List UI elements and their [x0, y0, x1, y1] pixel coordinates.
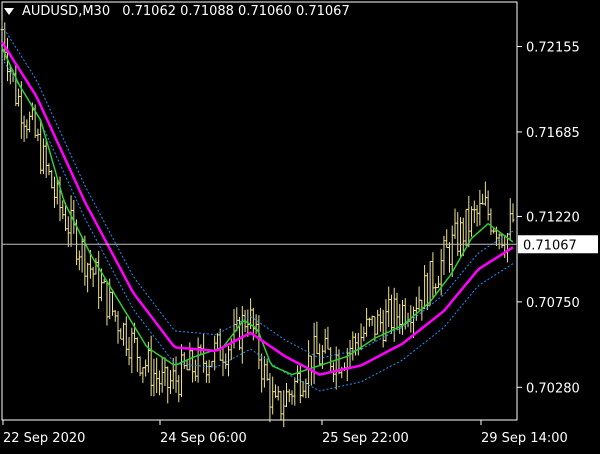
- y-tick-label: 0.70750: [526, 296, 580, 311]
- fast-ma-line: [1, 47, 514, 376]
- ohlc-open: 0.71062: [122, 4, 176, 19]
- lower-band: [1, 58, 514, 392]
- y-tick-label: 0.71220: [526, 210, 580, 225]
- triangle-down-icon[interactable]: [4, 8, 14, 15]
- ohlc-high: 0.71088: [180, 4, 234, 19]
- ohlc-low: 0.71060: [238, 4, 292, 19]
- y-tick-label: 0.72155: [526, 41, 580, 56]
- upper-band: [1, 25, 514, 359]
- x-tick-label: 22 Sep 2020: [3, 431, 85, 446]
- current-price-label: 0.71067: [523, 238, 577, 253]
- y-tick-label: 0.71685: [526, 126, 580, 141]
- chart-header: AUDUSD,M30 0.71062 0.71088 0.71060 0.710…: [4, 4, 350, 19]
- symbol-label: AUDUSD,M30: [22, 4, 111, 19]
- x-tick-label: 24 Sep 06:00: [160, 431, 247, 446]
- x-tick-label: 25 Sep 22:00: [322, 431, 409, 446]
- price-chart[interactable]: 0.72155 0.71685 0.71220 0.70750 0.70280 0.710…: [0, 0, 600, 450]
- plot-frame: [1, 1, 518, 421]
- x-tick-label: 29 Sep 14:00: [481, 431, 568, 446]
- chart-area[interactable]: 0.72155 0.71685 0.71220 0.70750 0.70280 0.710…: [0, 0, 600, 450]
- ohlc-close: 0.71067: [295, 4, 350, 19]
- y-tick-label: 0.70280: [526, 381, 580, 396]
